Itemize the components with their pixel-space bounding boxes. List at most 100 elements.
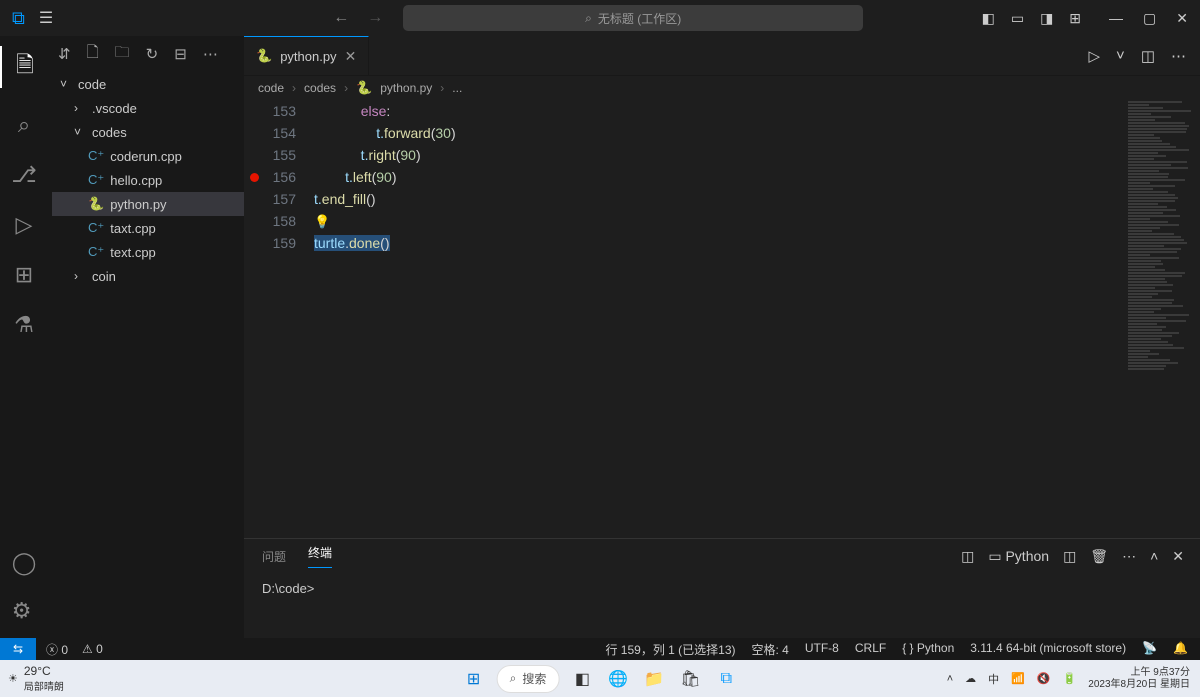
cpp-file-icon: C⁺ [88, 244, 104, 260]
terminal-profile-icon[interactable]: ▭ Python [988, 548, 1049, 565]
activity-account-icon[interactable]: ◯ [12, 550, 37, 576]
layout-panel-icon[interactable]: ▭ [1011, 10, 1024, 27]
line-number-gutter: 153154155156157158159 [244, 100, 314, 538]
activity-settings-icon[interactable]: ⚙ [12, 598, 37, 624]
window-minimize-icon[interactable]: — [1109, 10, 1123, 27]
tray-battery-icon[interactable]: 🔋 [1063, 672, 1077, 685]
tab-python[interactable]: 🐍 python.py ✕ [244, 36, 369, 75]
split-terminal-icon[interactable]: ◫ [961, 548, 974, 565]
nav-forward-icon[interactable]: → [367, 9, 383, 27]
explorer-toolbar: ⇵ 🗋 🗀 ↻ ⊟ ⋯ [48, 36, 244, 72]
file-text[interactable]: C⁺text.cpp [52, 240, 244, 264]
nav-back-icon[interactable]: ← [333, 9, 349, 27]
layout-sidebar-left-icon[interactable]: ◧ [982, 10, 995, 27]
tab-filename: python.py [280, 49, 336, 64]
folder-coin[interactable]: ›coin [52, 264, 244, 288]
editor-tabs: 🐍 python.py ✕ ▷ ˅ ◫ ⋯ [244, 36, 1200, 76]
chevron-right-icon: › [74, 269, 86, 283]
remote-button[interactable]: ⇆ [0, 638, 36, 660]
status-eol[interactable]: CRLF [855, 641, 886, 658]
cpp-file-icon: C⁺ [88, 148, 104, 164]
app-edge-icon[interactable]: 🌐 [605, 666, 631, 692]
activity-extensions-icon[interactable]: ⊞ [15, 262, 33, 288]
folder-vscode[interactable]: ›.vscode [52, 96, 244, 120]
search-icon: ⌕ [510, 671, 517, 686]
kill-terminal-icon[interactable]: 🗑 [1090, 548, 1108, 565]
refresh-icon[interactable]: ↻ [146, 45, 159, 63]
layout-customize-icon[interactable]: ⊞ [1069, 10, 1081, 27]
panel-more-icon[interactable]: ⋯ [1122, 548, 1136, 565]
search-icon: ⌕ [585, 11, 592, 26]
windows-taskbar: ☀ 29°C局部晴朗 ⊞ ⌕搜索 ◧ 🌐 📁 🛍 ⧉ ˄ ☁ 中 📶 🔇 🔋 上… [0, 660, 1200, 697]
code-content[interactable]: else: t.forward(30) t.right(90) t.left(9… [314, 100, 456, 538]
weather-icon: ☀ [8, 672, 18, 685]
folder-root[interactable]: ˅code [52, 72, 244, 96]
activity-search-icon[interactable]: ⌕ [18, 112, 30, 138]
panel-tab-problems[interactable]: 问题 [262, 548, 286, 565]
status-errors[interactable]: ⓧ 0 [46, 641, 68, 658]
activity-run-debug-icon[interactable]: ▷ [16, 212, 33, 238]
status-encoding[interactable]: UTF-8 [805, 641, 839, 658]
python-file-icon: 🐍 [356, 80, 372, 96]
tray-wifi-icon[interactable]: 📶 [1011, 672, 1025, 685]
status-spaces[interactable]: 空格: 4 [752, 641, 789, 658]
more-tab-actions-icon[interactable]: ⋯ [1171, 47, 1186, 65]
run-dropdown-icon[interactable]: ˅ [1116, 47, 1125, 64]
new-folder-icon[interactable]: 🗀 [115, 42, 130, 67]
tray-onedrive-icon[interactable]: ☁ [965, 672, 976, 685]
window-maximize-icon[interactable]: ▢ [1143, 10, 1156, 27]
app-store-icon[interactable]: 🛍 [677, 666, 703, 692]
editor-area: 🐍 python.py ✕ ▷ ˅ ◫ ⋯ code› codes› 🐍pyth… [244, 36, 1200, 638]
file-tree: ˅code ›.vscode ˅codes C⁺coderun.cpp C⁺he… [48, 72, 244, 288]
activity-explorer-icon[interactable]: 🗎 [0, 46, 48, 88]
taskbar-weather[interactable]: ☀ 29°C局部晴朗 [0, 664, 64, 693]
app-menu-button[interactable]: ☰ [39, 8, 53, 28]
app-taskview-icon[interactable]: ◧ [569, 666, 595, 692]
activity-bar: 🗎 ⌕ ⎇ ▷ ⊞ ⚗ ◯ ⚙ [0, 36, 48, 638]
file-python[interactable]: 🐍python.py [52, 192, 244, 216]
tab-close-icon[interactable]: ✕ [345, 48, 357, 65]
window-close-icon[interactable]: ✕ [1176, 10, 1188, 27]
taskbar-search[interactable]: ⌕搜索 [497, 665, 560, 693]
code-editor[interactable]: 153154155156157158159 else: t.forward(30… [244, 100, 1200, 538]
tray-volume-icon[interactable]: 🔇 [1037, 672, 1051, 685]
compare-changes-icon[interactable]: ⇵ [58, 45, 71, 63]
window-titlebar: ⧉ ☰ ← → ⌕ 无标题 (工作区) ◧ ▭ ◨ ⊞ — ▢ ✕ [0, 0, 1200, 36]
status-cursor[interactable]: 行 159，列 1 (已选择13) [605, 641, 735, 658]
panel-maximize-icon[interactable]: ˄ [1150, 548, 1158, 565]
status-language[interactable]: { } Python [902, 641, 954, 658]
run-button-icon[interactable]: ▷ [1089, 47, 1101, 65]
more-actions-icon[interactable]: ⋯ [203, 45, 218, 63]
command-center[interactable]: ⌕ 无标题 (工作区) [403, 5, 863, 31]
chevron-down-icon: ˅ [74, 125, 86, 139]
layout-sidebar-right-icon[interactable]: ◨ [1040, 10, 1053, 27]
status-bar: ⇆ ⓧ 0 ⚠ 0 行 159，列 1 (已选择13) 空格: 4 UTF-8 … [0, 638, 1200, 660]
app-vscode-icon[interactable]: ⧉ [713, 666, 739, 692]
breadcrumb[interactable]: code› codes› 🐍python.py› ... [244, 76, 1200, 100]
new-file-icon[interactable]: 🗋 [87, 42, 99, 67]
status-notifications-icon[interactable]: 🔔 [1173, 641, 1188, 658]
file-coderun[interactable]: C⁺coderun.cpp [52, 144, 244, 168]
file-taxt[interactable]: C⁺taxt.cpp [52, 216, 244, 240]
file-hello[interactable]: C⁺hello.cpp [52, 168, 244, 192]
tray-ime[interactable]: 中 [988, 671, 999, 687]
activity-testing-icon[interactable]: ⚗ [14, 312, 34, 338]
folder-codes[interactable]: ˅codes [52, 120, 244, 144]
minimap[interactable] [1128, 100, 1198, 300]
tray-chevron-icon[interactable]: ˄ [947, 673, 953, 685]
tray-clock[interactable]: 上午 9点37分 2023年8月20日 星期日 [1088, 667, 1190, 691]
status-interpreter[interactable]: 3.11.4 64-bit (microsoft store) [970, 641, 1126, 658]
split-editor-icon[interactable]: ◫ [1141, 47, 1155, 65]
status-feedback-icon[interactable]: 📡 [1142, 641, 1157, 658]
terminal-content[interactable]: D:\code> [244, 573, 1200, 605]
new-terminal-icon[interactable]: ◫ [1063, 548, 1076, 565]
chevron-down-icon: ˅ [60, 77, 72, 91]
status-warnings[interactable]: ⚠ 0 [82, 642, 103, 656]
search-label: 无标题 (工作区) [598, 10, 681, 27]
activity-source-control-icon[interactable]: ⎇ [11, 162, 36, 188]
app-explorer-icon[interactable]: 📁 [641, 666, 667, 692]
panel-tab-terminal[interactable]: 终端 [308, 544, 332, 568]
start-button[interactable]: ⊞ [461, 666, 487, 692]
collapse-all-icon[interactable]: ⊟ [174, 45, 187, 63]
panel-close-icon[interactable]: ✕ [1172, 548, 1184, 565]
